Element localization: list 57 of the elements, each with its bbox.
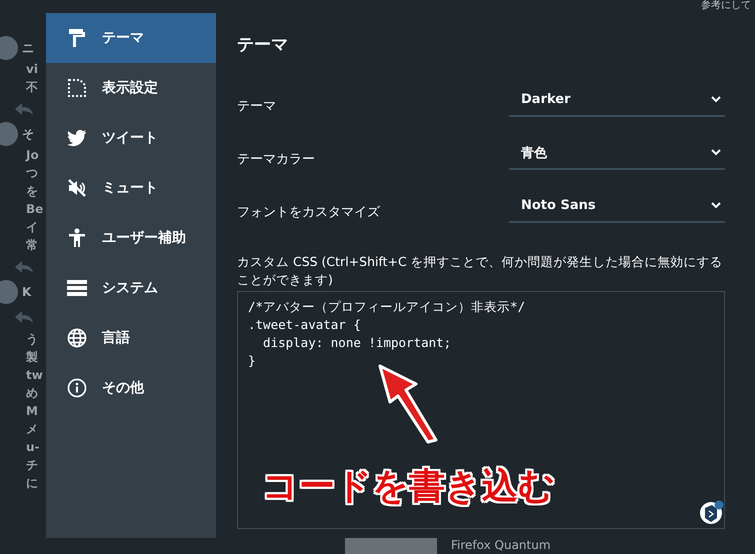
- tweet-text: つ: [26, 165, 38, 182]
- sidebar-item[interactable]: その他: [46, 363, 216, 413]
- tweet-text: チ: [26, 457, 38, 474]
- user-name: K: [22, 285, 32, 299]
- server-icon: [67, 279, 87, 297]
- tweet-text: を: [26, 183, 38, 200]
- tweet-text: 常: [26, 237, 38, 254]
- paint-roller-icon: [68, 28, 86, 48]
- card-title: Firefox Quantum: [451, 538, 551, 554]
- annotation-text: コードを書き込む: [262, 465, 555, 509]
- tweet-text: め: [26, 385, 38, 402]
- section-title: テーマ: [237, 34, 289, 56]
- mute-icon: [68, 179, 86, 197]
- sidebar-item[interactable]: ミュート: [46, 163, 216, 213]
- sidebar-item[interactable]: システム: [46, 263, 216, 313]
- sidebar-item[interactable]: テーマ: [46, 13, 216, 63]
- select-field[interactable]: 青色: [509, 138, 725, 170]
- reply-icon[interactable]: [14, 260, 34, 274]
- sidebar-item[interactable]: ユーザー補助: [46, 213, 216, 263]
- person-icon: [68, 228, 86, 248]
- tweet-text: メ: [26, 421, 38, 438]
- user-name: ニ: [22, 40, 34, 56]
- field-label: テーマカラー: [237, 150, 315, 168]
- field-label: テーマ: [237, 98, 276, 114]
- field-label: カスタム CSS (Ctrl+Shift+C を押すことで、何か問題が発生した場合に無効にすることができます): [237, 253, 724, 289]
- avatar-placeholder: [0, 122, 18, 146]
- tweet-text: Be: [26, 201, 44, 218]
- extension-badge-icon: [699, 499, 725, 525]
- sidebar-item[interactable]: 表示設定: [46, 63, 216, 113]
- bird-icon: [67, 130, 87, 146]
- chevron-down-icon: [711, 96, 721, 103]
- field-label: フォントをカスタマイズ: [237, 204, 380, 220]
- tweet-text: Jo: [26, 147, 39, 164]
- avatar-placeholder: [0, 280, 18, 304]
- sidebar-item[interactable]: 言語: [46, 313, 216, 363]
- avatar-placeholder: [0, 36, 18, 60]
- select-field[interactable]: Darker: [509, 84, 725, 116]
- select-field[interactable]: Noto Sans: [509, 190, 725, 222]
- info-icon: [67, 378, 87, 398]
- tweet-text: に: [26, 475, 38, 492]
- tweet-text: 製: [26, 349, 38, 366]
- tweet-text: 参考にして: [701, 0, 751, 12]
- tweet-text: M: [26, 403, 38, 420]
- tweet-text: う: [26, 331, 38, 348]
- dashed-frame-icon: [68, 79, 86, 97]
- reply-icon[interactable]: [14, 102, 34, 116]
- tweet-text: 不: [26, 79, 38, 96]
- chevron-down-icon: [711, 149, 721, 156]
- globe-icon: [67, 328, 87, 348]
- tweet-text: vi: [26, 61, 38, 78]
- chevron-down-icon: [711, 202, 721, 209]
- reply-icon[interactable]: [14, 310, 34, 324]
- sidebar-item[interactable]: ツイート: [46, 113, 216, 163]
- tweet-text: u-: [26, 439, 40, 456]
- user-name: そ: [22, 126, 34, 142]
- tweet-text: イ: [26, 219, 38, 236]
- tweet-text: tw: [26, 367, 43, 384]
